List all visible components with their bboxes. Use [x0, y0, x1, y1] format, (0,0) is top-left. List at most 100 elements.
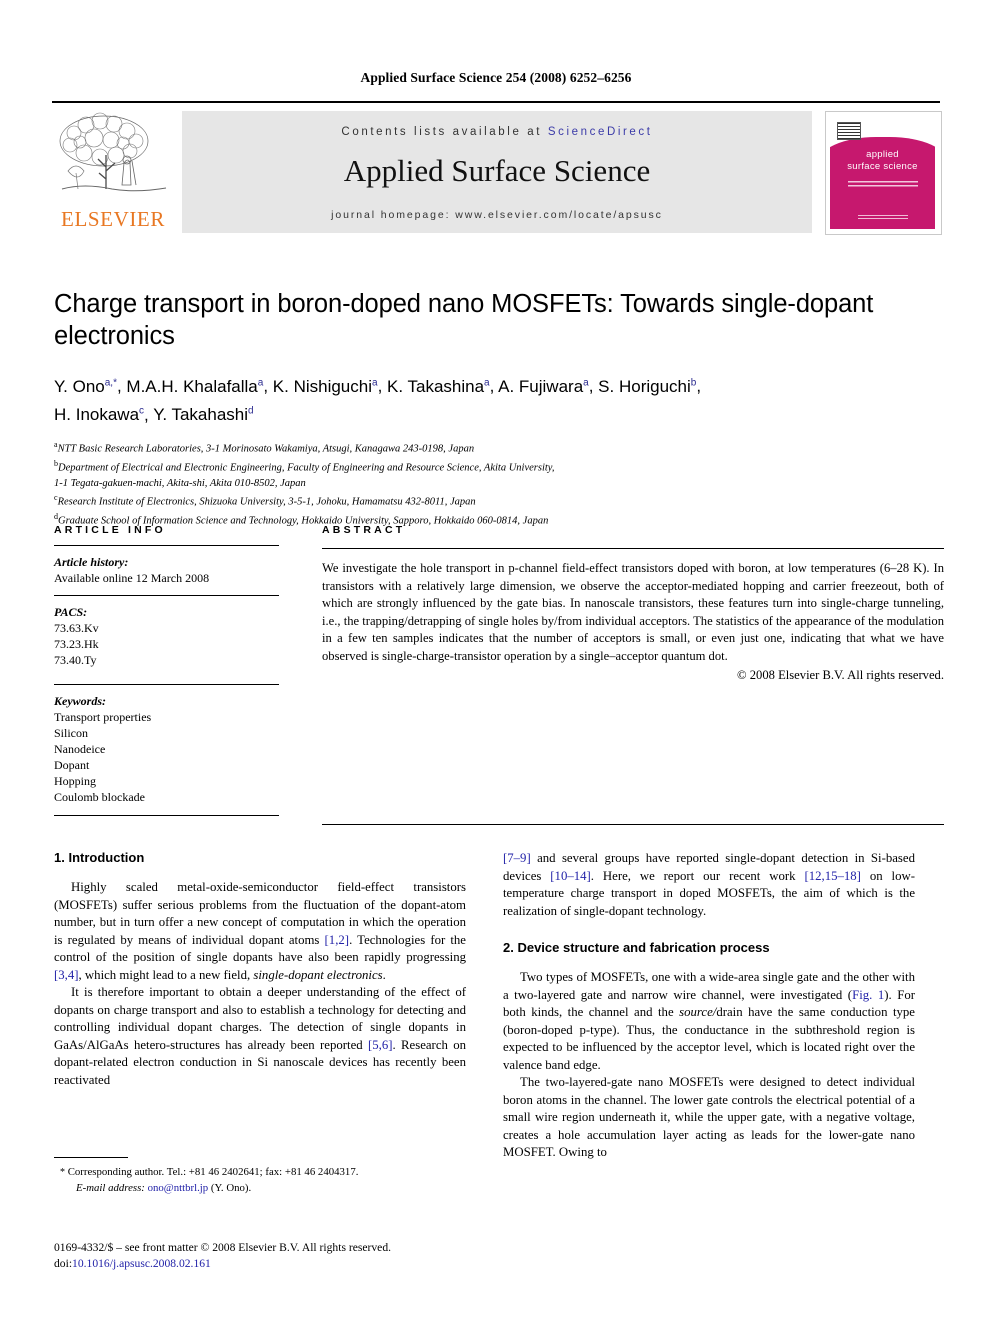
author-item: K. Nishiguchia: [273, 377, 378, 396]
cover-footer-placeholder: [858, 215, 908, 221]
pacs-item: 73.23.Hk: [54, 637, 99, 651]
affiliation-text: 1-1 Tegata-gakuen-machi, Akita-shi, Akit…: [54, 477, 306, 489]
keyword-item: Coulomb blockade: [54, 790, 145, 804]
pacs-item: 73.40.Ty: [54, 653, 97, 667]
author-item: S. Horiguchib: [598, 377, 696, 396]
keyword-item: Nanodeice: [54, 742, 106, 756]
citation-link[interactable]: [10–14]: [550, 869, 591, 883]
paragraph-device-1: Two types of MOSFETs, one with a wide-ar…: [503, 969, 915, 1074]
author-affiliation-mark: a: [583, 377, 589, 388]
abstract-column: ABSTRACT We investigate the hole transpo…: [322, 524, 944, 684]
citation-link[interactable]: [12,15–18]: [804, 869, 861, 883]
affiliation-list: aNTT Basic Research Laboratories, 3-1 Mo…: [54, 438, 944, 529]
running-head: Applied Surface Science 254 (2008) 6252–…: [360, 70, 632, 85]
masthead-banner: Contents lists available at ScienceDirec…: [182, 111, 812, 233]
keyword-item: Dopant: [54, 758, 90, 772]
elsevier-logo: ELSEVIER: [52, 111, 174, 233]
author-name: M.A.H. Khalafalla: [126, 376, 258, 396]
keyword-item: Hopping: [54, 774, 96, 788]
paragraph-text: .: [382, 967, 386, 982]
paragraph-intro-2: It is therefore important to obtain a de…: [54, 984, 466, 1089]
article-info-rule-bottom: [54, 815, 279, 816]
page-footer: 0169-4332/$ – see front matter © 2008 El…: [54, 1240, 554, 1271]
affiliation-item: cResearch Institute of Electronics, Shiz…: [54, 491, 944, 510]
author-list: Y. Onoa,*, M.A.H. Khalafallaa, K. Nishig…: [54, 376, 702, 425]
author-affiliation-mark: c: [139, 405, 145, 417]
author-item: Y. Onoa,*: [54, 377, 117, 396]
footnote-email-line: E-mail address: ono@nttbrl.jp (Y. Ono).: [54, 1181, 466, 1196]
emphasis-text: source/: [679, 1005, 717, 1019]
author-affiliation-mark: d: [248, 405, 254, 417]
article-info-rule-keywords: [54, 684, 279, 685]
abstract-copyright: © 2008 Elsevier B.V. All rights reserved…: [737, 667, 944, 682]
emphasis-text: single-dopant electronics: [253, 967, 383, 982]
footer-front-matter: 0169-4332/$ – see front matter © 2008 El…: [54, 1241, 392, 1254]
article-history-label: Article history:: [54, 555, 129, 569]
journal-cover-thumbnail[interactable]: applied surface science: [825, 111, 942, 235]
body-column-right: [7–9] and several groups have reported s…: [503, 850, 915, 1162]
affiliation-item: bDepartment of Electrical and Electronic…: [54, 457, 944, 476]
author-name: K. Nishiguchi: [272, 376, 372, 396]
pacs-label: PACS:: [54, 605, 88, 619]
cover-journal-title: applied surface science: [830, 149, 935, 173]
cover-subtitle-placeholder: [848, 181, 918, 189]
footnote-rule: [54, 1157, 128, 1158]
masthead-top-rule: [52, 101, 940, 103]
section-heading-introduction: 1. Introduction: [54, 850, 145, 865]
affiliation-item: 1-1 Tegata-gakuen-machi, Akita-shi, Akit…: [54, 477, 944, 492]
article-info-heading: ARTICLE INFO: [54, 524, 166, 536]
article-info-column: ARTICLE INFO Article history: Available …: [54, 524, 279, 816]
title-block: Charge transport in boron-doped nano MOS…: [54, 288, 944, 529]
body-column-left: 1. Introduction Highly scaled metal-oxid…: [54, 850, 466, 1089]
affiliation-item: aNTT Basic Research Laboratories, 3-1 Mo…: [54, 438, 944, 457]
abstract-rule-top: [322, 548, 944, 549]
keyword-item: Transport properties: [54, 710, 152, 724]
footnote-email-label: E-mail address:: [76, 1181, 145, 1194]
author-name: Y. Ono: [54, 376, 105, 396]
pacs-block: PACS: 73.63.Kv 73.23.Hk 73.40.Ty: [54, 604, 279, 668]
cover-barcode-icon: [837, 122, 861, 140]
cover-title-line-2: surface science: [847, 161, 918, 172]
pacs-item: 73.63.Kv: [54, 621, 99, 635]
doi-label: doi:: [54, 1256, 73, 1270]
affiliation-text: NTT Basic Research Laboratories, 3-1 Mor…: [57, 443, 475, 455]
author-name: K. Takashina: [387, 376, 485, 396]
keywords-label: Keywords:: [54, 694, 106, 708]
journal-cover-art: applied surface science: [830, 115, 935, 229]
author-name: Y. Takahashi: [153, 405, 249, 425]
email-link[interactable]: ono@nttbrl.jp: [148, 1182, 209, 1194]
elsevier-wordmark: ELSEVIER: [61, 207, 165, 231]
citation-link[interactable]: [1,2]: [325, 933, 350, 947]
journal-article-page: Applied Surface Science 254 (2008) 6252–…: [0, 0, 992, 1323]
author-item: H. Inokawac: [54, 405, 144, 424]
footnote-text: Corresponding author. Tel.: +81 46 24026…: [65, 1166, 359, 1178]
cover-title-line-1: applied: [866, 149, 899, 160]
citation-link[interactable]: [3,4]: [54, 968, 79, 982]
paragraph-text: , which might lead to a new field,: [78, 967, 254, 982]
citation-link[interactable]: [7–9]: [503, 851, 531, 865]
section-heading-device-structure: 2. Device structure and fabrication proc…: [503, 940, 770, 955]
paragraph-intro-2-continued: [7–9] and several groups have reported s…: [503, 850, 915, 920]
citation-link[interactable]: [5,6]: [368, 1038, 393, 1052]
author-item: A. Fujiwaraa: [498, 377, 589, 396]
author-name: H. Inokawa: [54, 405, 140, 425]
author-name: S. Horiguchi: [598, 376, 691, 396]
author-affiliation-mark: a: [372, 377, 378, 388]
journal-title: Applied Surface Science: [343, 153, 651, 188]
doi-link[interactable]: 10.1016/j.apsusc.2008.02.161: [72, 1257, 211, 1270]
elsevier-tree-icon: [54, 111, 172, 203]
sciencedirect-link[interactable]: ScienceDirect: [548, 126, 653, 138]
contents-available-prefix: Contents lists available at: [341, 126, 548, 138]
keywords-block: Keywords: Transport properties Silicon N…: [54, 693, 279, 805]
author-affiliation-mark: a: [257, 377, 264, 388]
journal-homepage-link[interactable]: journal homepage: www.elsevier.com/locat…: [182, 209, 812, 221]
author-affiliation-mark: a,*: [104, 377, 117, 388]
affiliation-text: Department of Electrical and Electronic …: [58, 462, 555, 474]
paragraph-text: . Here, we report our recent work: [590, 868, 805, 883]
figure-link[interactable]: Fig. 1: [852, 988, 884, 1002]
author-item: K. Takashinaa: [387, 377, 490, 396]
body-columns: 1. Introduction Highly scaled metal-oxid…: [54, 850, 944, 1270]
affiliation-text: Research Institute of Electronics, Shizu…: [57, 496, 476, 508]
author-item: M.A.H. Khalafallaa: [126, 377, 263, 396]
paragraph-intro-1: Highly scaled metal-oxide-semiconductor …: [54, 879, 466, 984]
